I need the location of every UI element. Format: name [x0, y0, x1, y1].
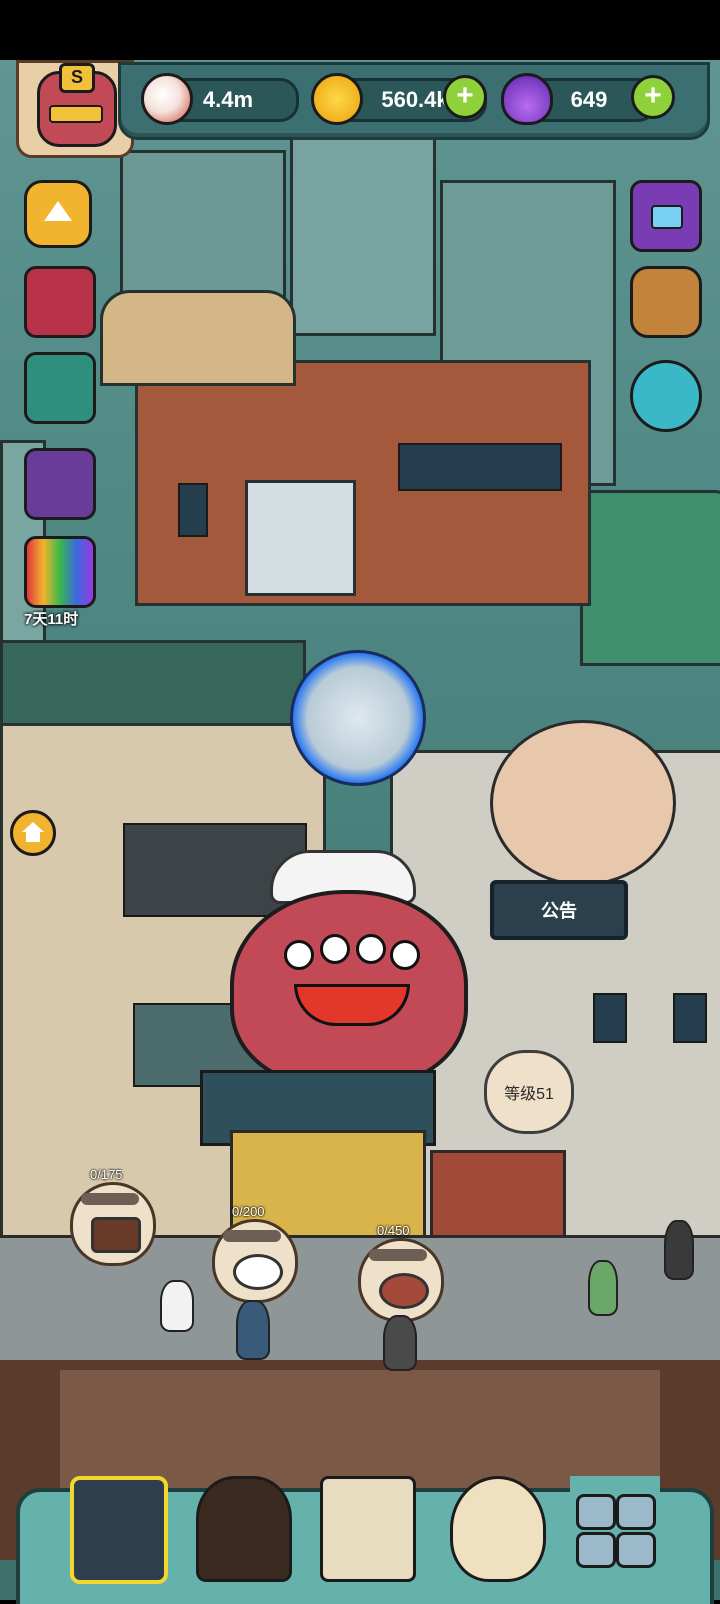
nav-recipe-book-button[interactable]	[320, 1476, 416, 1582]
customer-character[interactable]	[588, 1260, 618, 1316]
collapse-menu-button[interactable]	[24, 180, 92, 248]
backpack-icon[interactable]	[630, 266, 702, 338]
status-bar	[0, 0, 720, 60]
background-building	[290, 130, 436, 336]
order-bubble-grill[interactable]	[70, 1182, 156, 1266]
player-avatar[interactable]: S	[16, 60, 134, 158]
card-pack-icon[interactable]	[24, 448, 96, 520]
customer-character[interactable]	[383, 1315, 417, 1371]
coin-icon	[311, 73, 363, 125]
water-tank	[245, 480, 356, 596]
sand-roof	[100, 290, 296, 386]
green-roof	[580, 490, 720, 666]
nav-coin-bag-button[interactable]	[450, 1476, 546, 1582]
airship-balloon[interactable]	[490, 720, 676, 886]
eyeball-icon	[141, 73, 193, 125]
monster-eyes-icon[interactable]	[630, 360, 702, 432]
add-potions-button[interactable]: +	[631, 75, 675, 119]
nav-restaurant-button[interactable]	[70, 1476, 168, 1584]
chevron-up-icon	[44, 201, 72, 221]
green-rooftop	[0, 640, 306, 726]
potion-icon	[501, 73, 553, 125]
add-coins-button[interactable]: +	[443, 75, 487, 119]
customer-character[interactable]	[664, 1220, 694, 1280]
event-timer: 7天11时	[24, 611, 79, 628]
order-count: 0/450	[377, 1223, 410, 1238]
order-count: 0/200	[232, 1204, 265, 1219]
fruit-basket-icon[interactable]	[24, 352, 96, 424]
game-scene[interactable]: 公告 等级51 0/175 0/200 0/450	[0, 60, 720, 1600]
nav-monster-button[interactable]	[196, 1476, 292, 1582]
brick-building	[135, 360, 591, 606]
resource-bar: 4.4m 560.4k + 649 +	[118, 62, 710, 140]
order-bubble-skewers[interactable]	[358, 1238, 444, 1322]
portal-bubble[interactable]	[290, 650, 426, 786]
level-bubble[interactable]: 等级51	[484, 1050, 574, 1134]
event-gift-icon[interactable]	[24, 536, 96, 608]
nav-grid-menu-button[interactable]	[570, 1476, 660, 1576]
order-bubble-eggs[interactable]	[212, 1219, 298, 1303]
gift-box-icon[interactable]	[24, 266, 96, 338]
order-count: 0/175	[90, 1167, 123, 1182]
notice-sign[interactable]: 公告	[490, 880, 628, 940]
rank-badge: S	[59, 63, 95, 93]
bottom-nav	[16, 1476, 714, 1604]
customer-character[interactable]	[236, 1300, 270, 1360]
customer-character[interactable]	[160, 1280, 194, 1332]
home-icon[interactable]	[10, 810, 56, 856]
video-ad-icon[interactable]	[630, 180, 702, 252]
octopus-chef[interactable]	[230, 890, 468, 1088]
